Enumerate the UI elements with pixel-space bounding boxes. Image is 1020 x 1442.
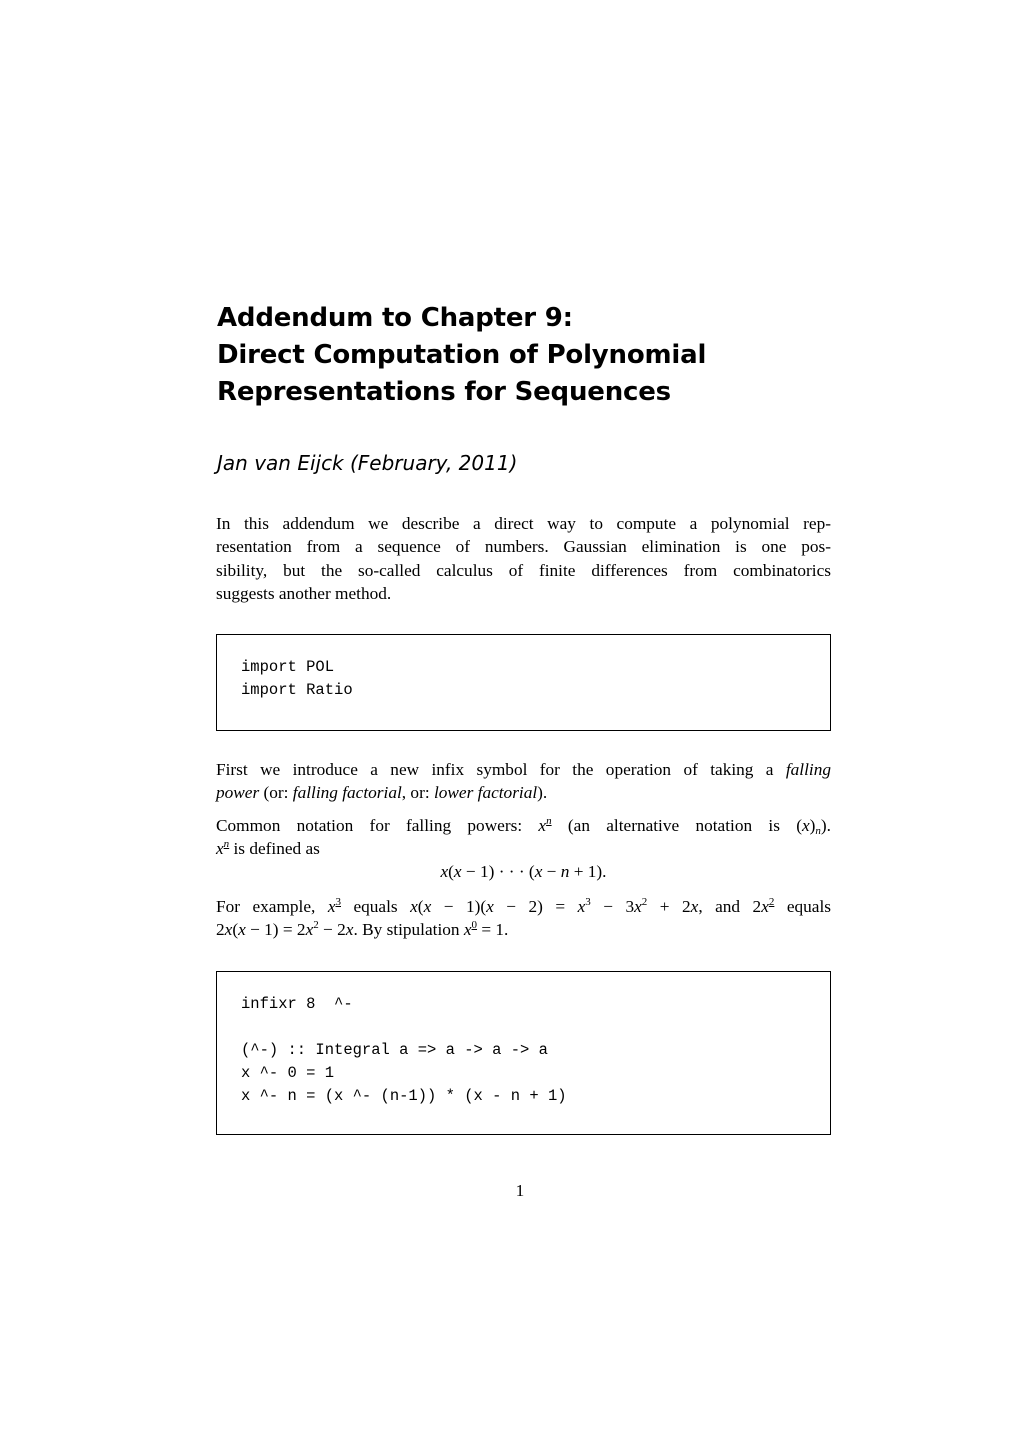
text-line: resentation from a sequence of numbers. … (216, 537, 831, 557)
title-line: Direct Computation of Polynomial (217, 340, 707, 370)
code-line: x ^- n = (x ^- (n-1)) * (x - n + 1) (241, 1087, 567, 1105)
code-line: x ^- 0 = 1 (241, 1064, 335, 1082)
emphasis: lower factorial (433, 783, 538, 803)
text-line: sibility, but the so-called calculus of … (216, 560, 831, 580)
document-title: Addendum to Chapter 9: Direct Computatio… (217, 300, 837, 411)
falling-power-paragraph: First we introduce a new infix symbol fo… (216, 760, 831, 803)
code-line: (^-) :: Integral a => a -> a -> a (241, 1041, 548, 1059)
emphasis: falling factorial (292, 783, 402, 803)
document-page: Addendum to Chapter 9: Direct Computatio… (0, 0, 1020, 1442)
title-line: Representations for Sequences (217, 377, 671, 407)
code-line: import POL (241, 658, 335, 676)
page-number: 1 (515, 1181, 525, 1200)
example-paragraph: For example, x3 equals x(x − 1)(x − 2) =… (216, 896, 831, 940)
author-line: Jan van Eijck (February, 2011) (217, 451, 518, 475)
title-line: Addendum to Chapter 9: (217, 303, 573, 333)
code-block-falling-power: infixr 8 ^- (^-) :: Integral a => a -> a… (216, 971, 831, 1135)
emphasis: falling (785, 760, 831, 779)
notation-paragraph: Common notation for falling powers: xn (… (216, 815, 831, 859)
definition-equation: x(x − 1) · · · (x − n + 1). (440, 862, 607, 881)
code-block-imports: import POL import Ratio (216, 634, 831, 731)
intro-paragraph: In this addendum we describe a direct wa… (216, 512, 831, 605)
code-line: import Ratio (241, 681, 353, 699)
text-line: suggests another method. (216, 583, 392, 603)
code-line: infixr 8 ^- (241, 995, 353, 1013)
emphasis: power (216, 783, 260, 803)
text-line: In this addendum we describe a direct wa… (216, 514, 831, 533)
